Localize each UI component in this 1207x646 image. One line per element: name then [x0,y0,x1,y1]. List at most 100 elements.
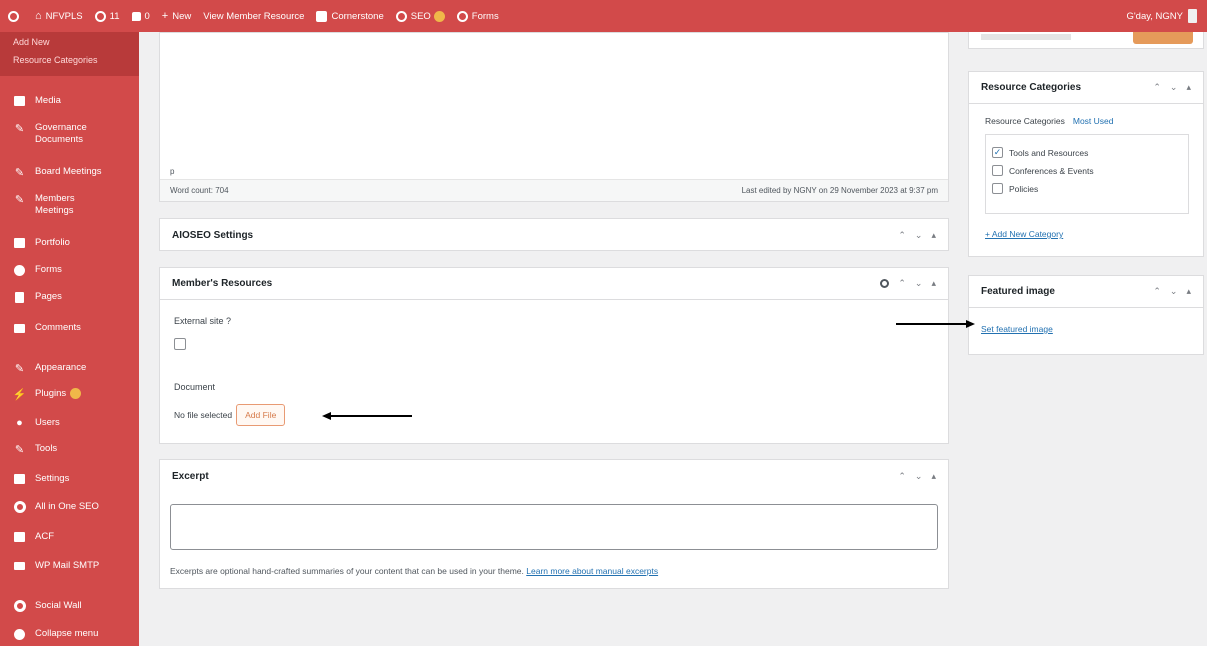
move-down-icon[interactable]: ⌄ [915,471,923,482]
updates-link[interactable]: 11 [94,10,120,22]
sidebar-item-plugins[interactable]: ⚡ Plugins [0,388,139,401]
sidebar-item-all-in-one-seo[interactable]: All in One SEO [0,501,139,513]
featured-image-box: Featured image ⌃ ⌄ ▴ Set featured image [968,275,1204,355]
learn-more-excerpts-link[interactable]: Learn more about manual excerpts [526,566,658,576]
move-up-icon[interactable]: ⌃ [1153,286,1161,297]
members-resources-header[interactable]: Member's Resources ⌃ ⌄ ▴ [160,268,948,300]
sidebar-item-collapse-menu[interactable]: Collapse menu [0,628,139,640]
move-down-icon[interactable]: ⌄ [1170,286,1178,297]
submenu-add-new[interactable]: Add New [0,34,139,52]
box-controls: ⌃ ⌄ ▴ [1144,286,1191,297]
sidebar-item-acf[interactable]: ACF [0,531,139,543]
document-label: Document [174,382,216,392]
move-down-icon[interactable]: ⌄ [915,230,923,241]
forms-icon [456,10,468,22]
collapse-icon [13,628,26,640]
sidebar-item-members-meetings[interactable]: ✎ Members Meetings [0,193,139,217]
settings-icon [13,473,26,485]
toggle-icon[interactable]: ▴ [931,471,936,482]
move-down-icon[interactable]: ⌄ [915,278,923,289]
category-checkbox[interactable] [992,165,1003,176]
sidebar-item-pages[interactable]: Pages [0,291,139,303]
wordpress-logo-icon[interactable] [8,10,23,22]
move-up-icon[interactable]: ⌃ [1153,82,1161,93]
comment-bubble-icon [131,11,141,21]
resource-categories-header[interactable]: Resource Categories ⌃ ⌄ ▴ [969,72,1203,104]
account-menu[interactable]: G'day, NGNY [1126,0,1197,32]
toggle-icon[interactable]: ▴ [1186,82,1191,93]
excerpt-textarea[interactable] [170,504,938,550]
seo-link[interactable]: SEO [395,10,445,22]
category-item[interactable]: ✓ Tools and Resources [992,147,1188,158]
sidebar-item-tools[interactable]: ✎ Tools [0,443,139,456]
resources-submenu: Add New Resource Categories [0,32,139,76]
sidebar-item-forms[interactable]: Forms [0,264,139,276]
plug-icon: ⚡ [12,388,27,401]
cornerstone-icon [316,10,328,22]
members-resources-box: Member's Resources ⌃ ⌄ ▴ External site ?… [159,267,949,444]
view-member-resource-link[interactable]: View Member Resource [203,11,304,22]
excerpt-header[interactable]: Excerpt ⌃ ⌄ ▴ [160,460,948,492]
sidebar-item-portfolio[interactable]: Portfolio [0,237,139,249]
category-checkbox-checked[interactable]: ✓ [992,147,1003,158]
add-new-category-link[interactable]: + Add New Category [985,229,1063,239]
pages-icon [13,291,26,303]
pin-icon: ✎ [14,122,25,135]
last-edited: Last edited by NGNY on 29 November 2023 … [741,186,938,195]
sidebar-item-board-meetings[interactable]: ✎ Board Meetings [0,166,139,179]
sidebar-item-comments[interactable]: Comments [0,322,139,334]
gear-icon[interactable] [880,279,890,288]
move-up-icon[interactable]: ⌃ [898,278,906,289]
sidebar-item-media[interactable]: Media [0,95,139,107]
toggle-icon[interactable]: ▴ [931,230,936,241]
aioseo-title: AIOSEO Settings [172,229,254,241]
category-checkbox[interactable] [992,183,1003,194]
seo-icon [13,501,26,513]
sidebar-item-wp-mail-smtp[interactable]: WP Mail SMTP [0,560,139,572]
comments-link[interactable]: 0 [131,11,150,22]
sidebar-item-settings[interactable]: Settings [0,473,139,485]
admin-bar: ⌂ NFVPLS 11 0 + New View Member Resource C… [0,0,1207,32]
sidebar-item-appearance[interactable]: ✎ Appearance [0,362,139,375]
forms-link[interactable]: Forms [456,10,499,22]
toggle-icon[interactable]: ▴ [1186,286,1191,297]
annotation-arrow-head [966,320,975,328]
submenu-resource-categories[interactable]: Resource Categories [0,52,139,70]
media-icon [13,95,26,107]
box-controls: ⌃ ⌄ ▴ [889,471,936,482]
featured-image-header[interactable]: Featured image ⌃ ⌄ ▴ [969,276,1203,308]
editor-status-bar: Word count: 704 Last edited by NGNY on 2… [160,179,948,201]
move-up-icon[interactable]: ⌃ [898,230,906,241]
category-item[interactable]: Conferences & Events [992,165,1188,176]
toggle-icon[interactable]: ▴ [931,278,936,289]
social-icon [13,600,26,612]
update-button[interactable] [1133,32,1193,44]
external-site-checkbox[interactable] [174,338,186,350]
cornerstone-link[interactable]: Cornerstone [316,10,384,22]
new-content-link[interactable]: + New [162,10,191,22]
add-file-button[interactable]: Add File [236,404,286,426]
annotation-arrow-line [896,323,968,325]
tab-most-used[interactable]: Most Used [1073,116,1114,126]
category-item[interactable]: Policies [992,183,1188,194]
sidebar-item-users[interactable]: ● Users [0,417,139,429]
excerpt-box: Excerpt ⌃ ⌄ ▴ Excerpts are optional hand… [159,459,949,589]
move-up-icon[interactable]: ⌃ [898,471,906,482]
comments-icon [13,322,26,334]
wrench-icon: ✎ [14,443,25,456]
no-file-selected-text: No file selected [174,410,233,420]
move-down-icon[interactable]: ⌄ [1170,82,1178,93]
content-editor[interactable]: p Word count: 704 Last edited by NGNY on… [159,32,949,202]
updates-icon [94,10,106,22]
site-name-link[interactable]: ⌂ NFVPLS [35,10,83,22]
external-site-label: External site ? [174,316,232,326]
tab-all-categories[interactable]: Resource Categories [985,116,1065,126]
sidebar-item-governance-documents[interactable]: ✎ Governance Documents [0,122,139,146]
pin-icon: ✎ [14,193,25,206]
aioseo-header[interactable]: AIOSEO Settings ⌃ ⌄ ▴ [160,219,948,251]
plus-icon: + [161,10,169,22]
set-featured-image-link[interactable]: Set featured image [981,324,1053,334]
acf-icon [13,531,26,543]
sidebar-item-social-wall[interactable]: Social Wall [0,600,139,612]
home-icon: ⌂ [35,10,42,22]
